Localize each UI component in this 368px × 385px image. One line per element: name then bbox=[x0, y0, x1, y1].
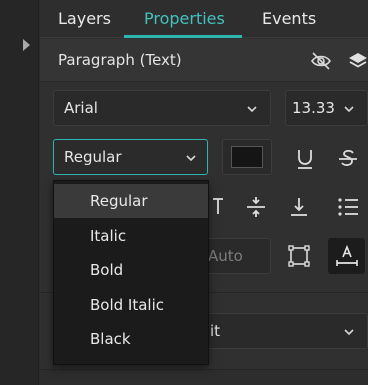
chevron-down-icon bbox=[344, 106, 354, 113]
footer-strip bbox=[40, 369, 368, 385]
dropdown-option-black[interactable]: Black bbox=[54, 322, 208, 356]
text-baseline-button[interactable] bbox=[328, 238, 365, 274]
dropdown-option-italic[interactable]: Italic bbox=[54, 219, 208, 253]
align-middle-icon[interactable] bbox=[243, 194, 269, 220]
text-baseline-icon bbox=[336, 244, 358, 266]
strikethrough-icon[interactable] bbox=[335, 146, 361, 172]
section-header: Paragraph (Text) bbox=[40, 39, 368, 82]
panel-tabs: Layers Properties Events bbox=[40, 0, 368, 38]
chevron-down-icon bbox=[344, 329, 354, 336]
chevron-down-icon bbox=[247, 106, 257, 113]
visibility-off-icon[interactable] bbox=[310, 50, 332, 72]
auto-size-value: Auto bbox=[208, 247, 243, 265]
font-color-picker[interactable] bbox=[222, 139, 272, 175]
font-family-select[interactable]: Arial bbox=[53, 90, 271, 126]
expand-arrow-icon[interactable] bbox=[23, 39, 30, 51]
active-tab-indicator bbox=[124, 35, 242, 38]
chevron-down-icon bbox=[186, 155, 196, 162]
left-rail bbox=[0, 0, 39, 385]
font-size-value: 13.33 bbox=[292, 99, 335, 117]
tab-events[interactable]: Events bbox=[262, 0, 316, 38]
underline-icon[interactable] bbox=[292, 146, 318, 172]
font-style-value: Regular bbox=[64, 148, 122, 166]
tab-properties[interactable]: Properties bbox=[144, 0, 225, 38]
align-bottom-icon[interactable] bbox=[286, 194, 312, 220]
dropdown-option-bold-italic[interactable]: Bold Italic bbox=[54, 288, 208, 322]
layers-icon[interactable] bbox=[347, 50, 368, 72]
font-style-dropdown: Regular Italic Bold Bold Italic Black bbox=[53, 180, 209, 365]
dropdown-option-bold[interactable]: Bold bbox=[54, 253, 208, 287]
align-top-icon[interactable] bbox=[210, 194, 236, 220]
bounding-box-icon[interactable] bbox=[286, 243, 312, 269]
property-select-value: it bbox=[210, 322, 221, 340]
tab-layers[interactable]: Layers bbox=[58, 0, 111, 38]
font-family-value: Arial bbox=[64, 99, 98, 117]
dropdown-option-regular[interactable]: Regular bbox=[54, 184, 208, 218]
font-style-select[interactable]: Regular bbox=[53, 139, 208, 175]
section-title: Paragraph (Text) bbox=[58, 51, 182, 69]
font-size-field[interactable]: 13.33 bbox=[285, 90, 368, 126]
font-color-swatch bbox=[231, 146, 263, 168]
list-icon[interactable] bbox=[335, 194, 361, 220]
